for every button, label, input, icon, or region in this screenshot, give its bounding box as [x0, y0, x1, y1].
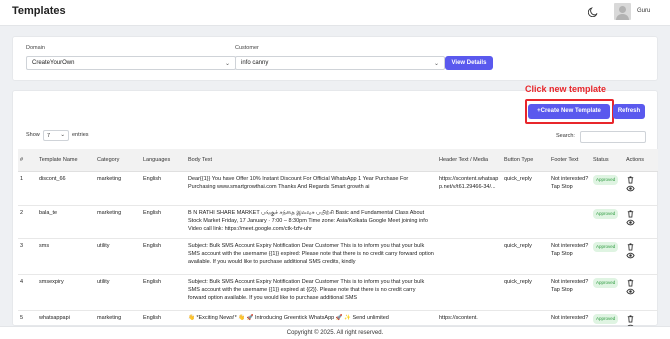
- status-badge: Approved: [593, 313, 619, 324]
- trash-icon[interactable]: [626, 314, 635, 323]
- column-header[interactable]: Template Name: [37, 149, 95, 172]
- row-number: 1: [18, 171, 37, 206]
- user-name[interactable]: Guru: [637, 8, 650, 14]
- table-row: 2 bala_te marketing English B N RATHI SH…: [18, 205, 658, 239]
- template-category: marketing: [95, 171, 141, 206]
- show-label: Show: [26, 132, 40, 138]
- trash-icon[interactable]: [626, 278, 635, 287]
- table-row: 3 sms utility English Subject: Bulk SMS …: [18, 238, 658, 275]
- status-badge: Approved: [593, 241, 619, 252]
- refresh-button[interactable]: Refresh: [613, 104, 645, 119]
- annotation-label: Click new template: [525, 84, 607, 94]
- column-header[interactable]: Languages: [141, 149, 186, 172]
- template-language: English: [141, 238, 186, 275]
- eye-icon[interactable]: [626, 218, 635, 227]
- footer-text: Not interested? Tap Stop: [549, 171, 591, 206]
- button-type: quick_reply: [502, 274, 549, 311]
- chevron-down-icon: ⌄: [224, 61, 230, 67]
- template-name: smsexpiry: [37, 274, 95, 311]
- search-label: Search:: [556, 133, 575, 139]
- domain-value: CreateYourOwn: [32, 60, 75, 66]
- view-details-button[interactable]: View Details: [445, 56, 493, 70]
- column-header[interactable]: Header Text / Media: [437, 149, 502, 172]
- status-badge: Approved: [593, 208, 619, 219]
- button-type: quick_reply: [502, 238, 549, 275]
- table-row: 1 discont_66 marketing English Dear{{1}}…: [18, 171, 658, 206]
- moon-icon[interactable]: [588, 6, 599, 17]
- footer-text: [549, 205, 591, 239]
- entries-select[interactable]: 7 ⌄: [43, 130, 69, 141]
- row-actions: [624, 205, 658, 239]
- chevron-down-icon: ⌄: [60, 132, 65, 138]
- row-number: 4: [18, 274, 37, 311]
- entries-label: entries: [72, 132, 89, 138]
- column-header[interactable]: Category: [95, 149, 141, 172]
- search-input[interactable]: [580, 131, 646, 143]
- table-row: 4 smsexpiry utility English Subject: Bul…: [18, 274, 658, 311]
- status-badge: Approved: [593, 277, 619, 288]
- filter-panel: Domain CreateYourOwn ⌄ Customer info can…: [12, 36, 658, 81]
- body-text: Subject: Bulk SMS Account Expiry Notific…: [186, 274, 437, 311]
- template-language: English: [141, 205, 186, 239]
- footer-text: Not interested? Tap Stop: [549, 238, 591, 275]
- column-header[interactable]: Body Text: [186, 149, 437, 172]
- templates-table: # Template Name Category Languages Body …: [18, 149, 658, 337]
- status-badge: Approved: [593, 174, 619, 185]
- column-header[interactable]: Status: [591, 149, 624, 172]
- header-media-link: [437, 205, 502, 239]
- body-text: B N RATHI SHARE MARKET பங்குச் சந்தை இலவ…: [186, 205, 437, 239]
- trash-icon[interactable]: [626, 242, 635, 251]
- top-bar: Templates Guru: [0, 0, 670, 26]
- template-language: English: [141, 171, 186, 206]
- customer-label: Customer: [235, 45, 259, 51]
- row-actions: [624, 171, 658, 206]
- button-type: [502, 205, 549, 239]
- chevron-down-icon: ⌄: [433, 61, 439, 67]
- row-number: 2: [18, 205, 37, 239]
- template-category: marketing: [95, 205, 141, 239]
- column-header[interactable]: Actions: [624, 149, 658, 172]
- domain-label: Domain: [26, 45, 45, 51]
- domain-select[interactable]: CreateYourOwn ⌄: [26, 56, 236, 70]
- body-text: Dear{{1}} You have Offer 10% Instant Dis…: [186, 171, 437, 206]
- column-header[interactable]: #: [18, 149, 37, 172]
- footer-text: Not interested? Tap Stop: [549, 274, 591, 311]
- row-actions: [624, 274, 658, 311]
- customer-select[interactable]: info canny ⌄: [235, 56, 445, 70]
- eye-icon[interactable]: [626, 184, 635, 193]
- template-category: utility: [95, 238, 141, 275]
- button-type: quick_reply: [502, 171, 549, 206]
- entries-value: 7: [47, 133, 51, 139]
- customer-value: info canny: [241, 60, 269, 66]
- header-media-link[interactable]: https://scontent.whatsapp.net/v/t61.2946…: [437, 171, 502, 206]
- trash-icon[interactable]: [626, 175, 635, 184]
- row-number: 3: [18, 238, 37, 275]
- template-name: bala_te: [37, 205, 95, 239]
- avatar[interactable]: [614, 3, 631, 20]
- row-actions: [624, 238, 658, 275]
- template-language: English: [141, 274, 186, 311]
- column-header[interactable]: Footer Text: [549, 149, 591, 172]
- column-header[interactable]: Button Type: [502, 149, 549, 172]
- header-media-link: [437, 238, 502, 275]
- header-media-link: [437, 274, 502, 311]
- page-title: Templates: [12, 5, 66, 17]
- trash-icon[interactable]: [626, 209, 635, 218]
- eye-icon[interactable]: [626, 251, 635, 260]
- template-name: discont_66: [37, 171, 95, 206]
- highlight-box: [525, 99, 614, 124]
- eye-icon[interactable]: [626, 287, 635, 296]
- body-text: Subject: Bulk SMS Account Expiry Notific…: [186, 238, 437, 275]
- template-category: utility: [95, 274, 141, 311]
- page-footer: Copyright © 2025. All right reserved.: [0, 326, 670, 339]
- table-header-row: # Template Name Category Languages Body …: [18, 149, 658, 172]
- template-name: sms: [37, 238, 95, 275]
